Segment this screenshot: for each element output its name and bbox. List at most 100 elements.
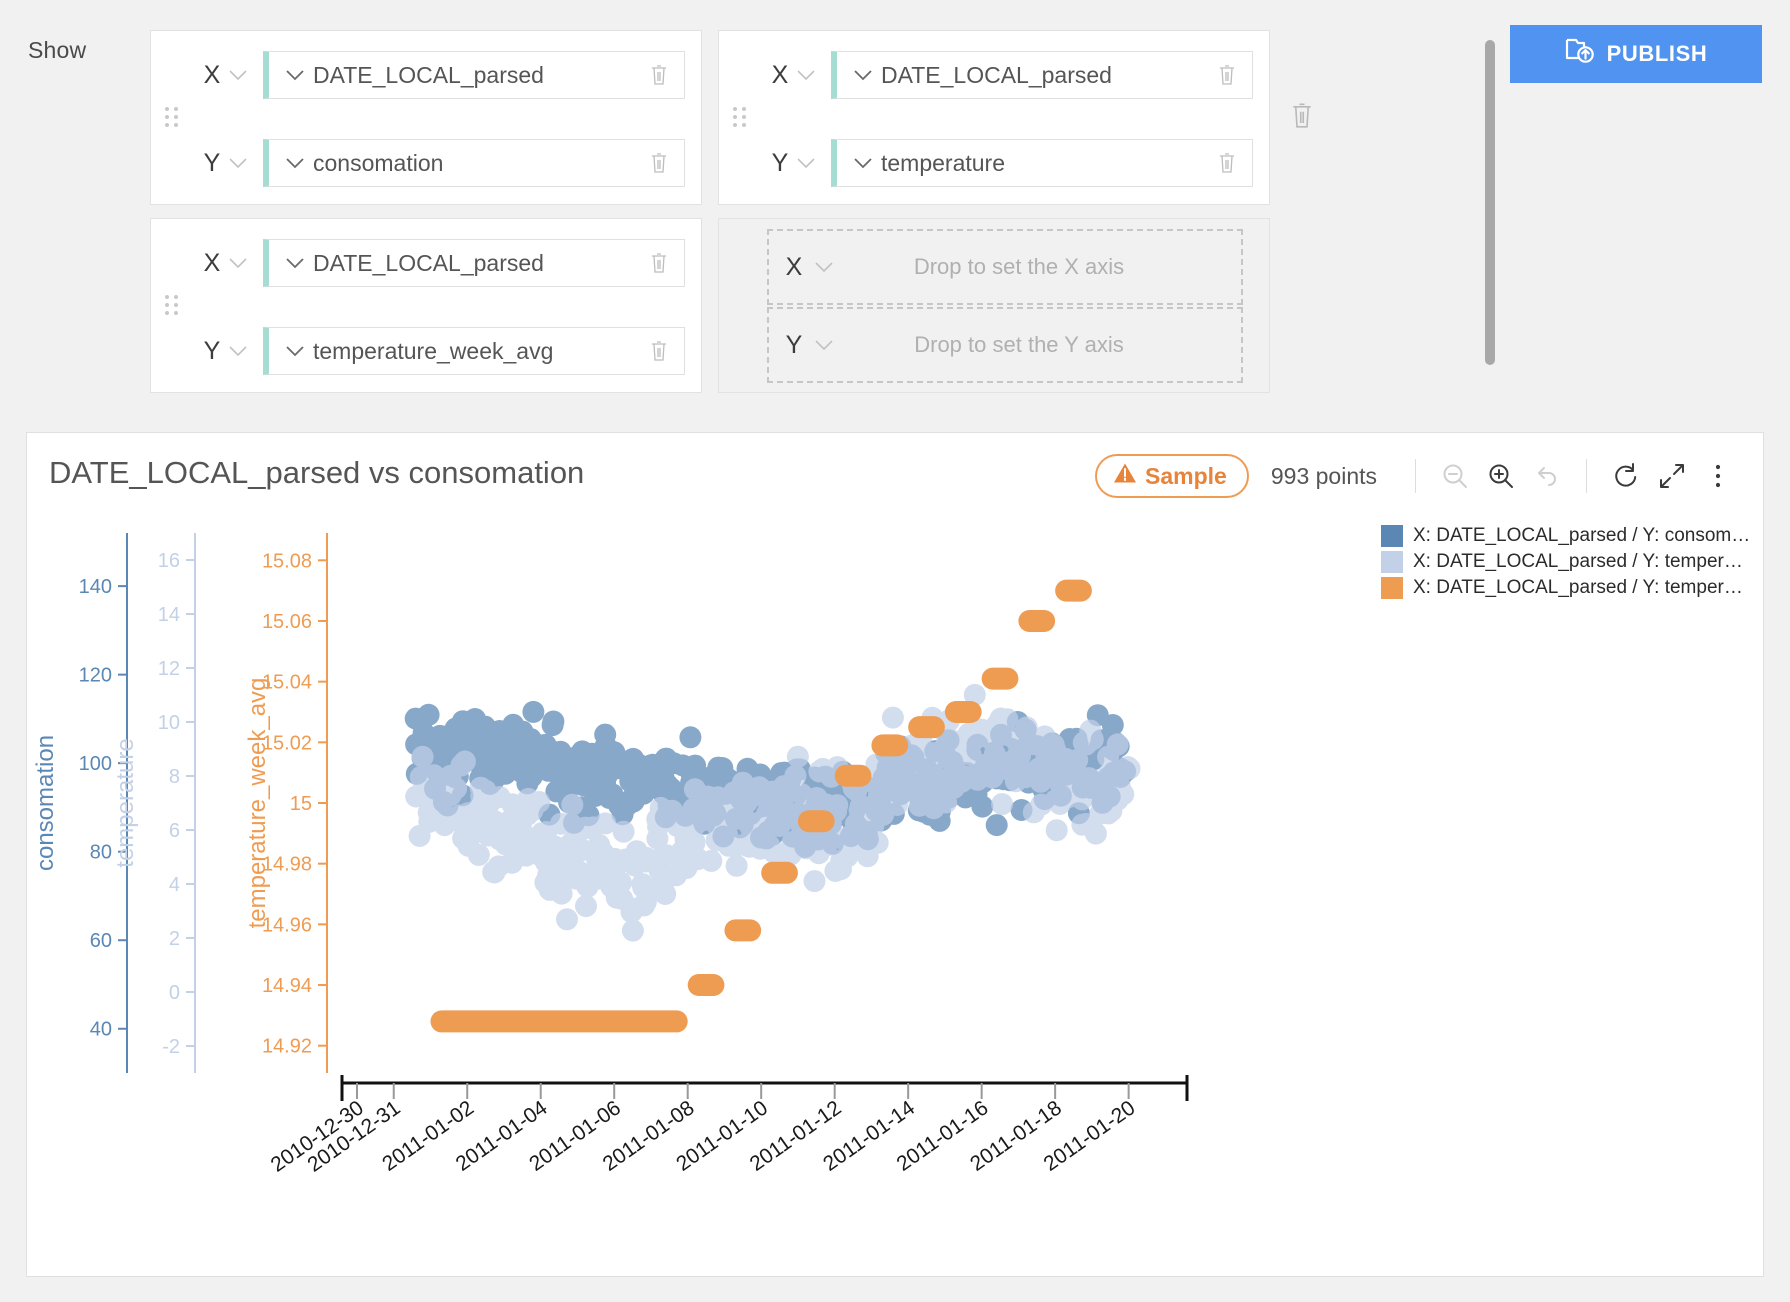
encoding-row-x: X DATE_LOCAL_parsed: [767, 49, 1253, 101]
expand-icon[interactable]: [1649, 453, 1695, 499]
toolbar-divider: [1586, 459, 1587, 493]
chevron-down-icon[interactable]: [281, 69, 309, 81]
svg-text:15.06: 15.06: [262, 611, 312, 633]
encoding-row-y: Y temperature_week_avg: [199, 325, 685, 377]
trash-icon[interactable]: [644, 339, 674, 363]
axis-letter-y: Y: [785, 330, 803, 359]
encoding-card-1: X DATE_LOCAL_parsed Y consomation: [150, 30, 743, 205]
remove-encoding-button[interactable]: [1289, 100, 1315, 135]
show-label: Show: [28, 37, 87, 63]
svg-text:14.94: 14.94: [262, 975, 312, 997]
trash-icon[interactable]: [644, 151, 674, 175]
chevron-down-icon[interactable]: [281, 157, 309, 169]
publish-button[interactable]: PUBLISH: [1510, 25, 1762, 83]
svg-text:14: 14: [158, 604, 180, 626]
svg-text:140: 140: [79, 576, 112, 598]
trash-icon[interactable]: [1212, 63, 1242, 87]
more-vertical-icon[interactable]: [1695, 453, 1741, 499]
svg-text:15: 15: [290, 793, 312, 815]
chevron-down-icon[interactable]: [281, 345, 309, 357]
svg-text:14.92: 14.92: [262, 1036, 312, 1058]
chevron-down-icon[interactable]: [225, 257, 251, 269]
dropzone-x-label: Drop to set the X axis: [913, 254, 1125, 279]
encoding-row-y: Y temperature: [767, 137, 1253, 189]
chevron-down-icon[interactable]: [793, 69, 819, 81]
vertical-scrollbar[interactable]: [1485, 40, 1495, 365]
sample-badge[interactable]: Sample: [1095, 454, 1249, 498]
svg-text:15.08: 15.08: [262, 550, 312, 572]
axis-letter-x: X: [785, 252, 803, 281]
chevron-down-icon[interactable]: [811, 339, 837, 351]
chevron-down-icon[interactable]: [225, 157, 251, 169]
encoding-row-x: X DATE_LOCAL_parsed: [199, 237, 685, 289]
axis-letter-y: Y: [203, 148, 221, 177]
chevron-down-icon[interactable]: [849, 157, 877, 169]
svg-text:120: 120: [79, 665, 112, 687]
svg-text:100: 100: [79, 753, 112, 775]
svg-text:80: 80: [90, 842, 112, 864]
chart-toolbar: Sample 993 points: [1095, 453, 1741, 499]
trash-icon[interactable]: [644, 63, 674, 87]
svg-text:40: 40: [90, 1019, 112, 1041]
trash-icon[interactable]: [644, 251, 674, 275]
axis-letter-x: X: [771, 60, 789, 89]
refresh-icon[interactable]: [1603, 453, 1649, 499]
field-name: temperature: [881, 149, 1006, 176]
field-pill-x[interactable]: DATE_LOCAL_parsed: [831, 51, 1253, 99]
svg-text:4: 4: [169, 874, 180, 896]
field-name: temperature_week_avg: [313, 337, 554, 364]
chevron-down-icon[interactable]: [793, 157, 819, 169]
axis-letter-y: Y: [771, 148, 789, 177]
chevron-down-icon[interactable]: [811, 261, 837, 273]
chart-title: DATE_LOCAL_parsed vs consomation: [49, 455, 585, 490]
drag-handle[interactable]: [733, 106, 747, 129]
svg-text:12: 12: [158, 658, 180, 680]
chart-panel: DATE_LOCAL_parsed vs consomation Sample …: [26, 432, 1764, 1277]
axis-letter-x: X: [203, 248, 221, 277]
encoding-card-2: X DATE_LOCAL_parsed Y temperature: [718, 30, 1311, 205]
chevron-down-icon[interactable]: [225, 345, 251, 357]
points-count: 993 points: [1270, 462, 1377, 489]
plot-area: X: DATE_LOCAL_parsed / Y: consomation X:…: [27, 505, 1765, 1275]
axis-letter-x: X: [203, 60, 221, 89]
publish-button-label: PUBLISH: [1606, 41, 1708, 66]
drag-handle[interactable]: [165, 294, 179, 317]
chevron-down-icon[interactable]: [225, 69, 251, 81]
undo-icon[interactable]: [1524, 453, 1570, 499]
svg-text:60: 60: [90, 930, 112, 952]
svg-text:consomation: consomation: [32, 735, 59, 871]
svg-text:10: 10: [158, 712, 180, 734]
encoding-panel: Show X DATE_LOCAL_parsed Y consomation X…: [0, 0, 1790, 410]
field-pill-y[interactable]: consomation: [263, 139, 685, 187]
svg-text:temperature: temperature: [112, 738, 139, 867]
svg-text:0: 0: [169, 982, 180, 1004]
svg-text:6: 6: [169, 820, 180, 842]
encoding-card-empty[interactable]: X Drop to set the X axis Y Drop to set t…: [718, 218, 1270, 393]
svg-text:8: 8: [169, 766, 180, 788]
field-name: DATE_LOCAL_parsed: [313, 61, 544, 88]
field-pill-x[interactable]: DATE_LOCAL_parsed: [263, 51, 685, 99]
field-pill-y[interactable]: temperature_week_avg: [263, 327, 685, 375]
drag-handle[interactable]: [165, 106, 179, 129]
scatter-plot-svg[interactable]: 40 60 80 100 120 140 consomation -2 0 2 4 6 8 10 12 14 1…: [27, 505, 1765, 1275]
zoom-out-icon[interactable]: [1432, 453, 1478, 499]
field-pill-x[interactable]: DATE_LOCAL_parsed: [263, 239, 685, 287]
dropzone-y-axis[interactable]: Y Drop to set the Y axis: [767, 307, 1243, 383]
svg-text:16: 16: [158, 550, 180, 572]
field-name: DATE_LOCAL_parsed: [313, 249, 544, 276]
svg-text:2: 2: [169, 928, 180, 950]
dropzone-x-axis[interactable]: X Drop to set the X axis: [767, 229, 1243, 305]
dropzone-y-label: Drop to set the Y axis: [914, 332, 1124, 357]
field-pill-y[interactable]: temperature: [831, 139, 1253, 187]
encoding-row-x: X DATE_LOCAL_parsed: [199, 49, 685, 101]
publish-upload-icon: [1565, 37, 1595, 71]
zoom-in-icon[interactable]: [1478, 453, 1524, 499]
chevron-down-icon[interactable]: [849, 69, 877, 81]
chevron-down-icon[interactable]: [281, 257, 309, 269]
svg-text:-2: -2: [162, 1036, 180, 1058]
field-name: DATE_LOCAL_parsed: [881, 61, 1112, 88]
warning-triangle-icon: [1113, 462, 1137, 490]
sample-badge-label: Sample: [1145, 462, 1227, 489]
axis-letter-y: Y: [203, 336, 221, 365]
trash-icon[interactable]: [1212, 151, 1242, 175]
